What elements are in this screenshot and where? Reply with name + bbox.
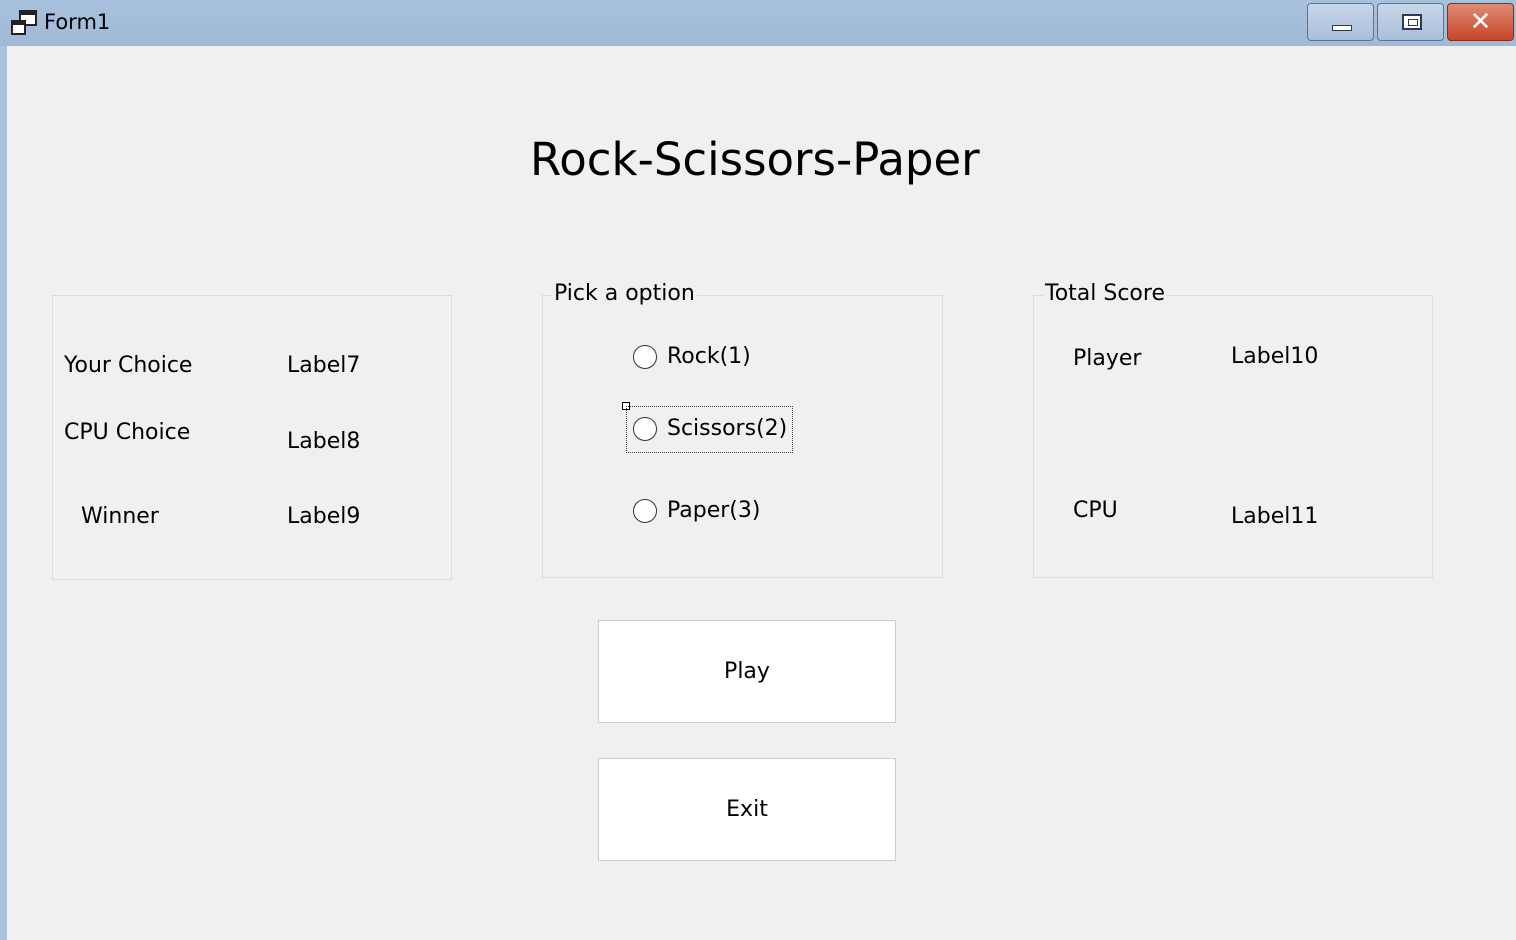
app-window-icon xyxy=(11,10,37,35)
minimize-button[interactable] xyxy=(1307,3,1374,41)
minimize-icon xyxy=(1332,25,1352,31)
close-button[interactable]: ✕ xyxy=(1447,3,1514,41)
radio-scissors[interactable]: Scissors(2) xyxy=(630,414,790,446)
exit-button[interactable]: Exit xyxy=(598,758,896,861)
radio-scissors-label[interactable]: Scissors(2) xyxy=(667,416,787,441)
title-bar[interactable]: Form1 ✕ xyxy=(0,0,1516,46)
page-title: Rock-Scissors-Paper xyxy=(530,133,980,186)
cpu-score-label: CPU xyxy=(1073,498,1118,523)
your-choice-value: Label7 xyxy=(287,353,361,378)
window-title: Form1 xyxy=(44,10,111,34)
cpu-score-value: Label11 xyxy=(1231,504,1319,529)
winner-value: Label9 xyxy=(287,504,361,529)
radio-circle[interactable] xyxy=(633,499,657,523)
player-score-value: Label10 xyxy=(1231,344,1319,369)
radio-circle[interactable] xyxy=(633,345,657,369)
radio-circle[interactable] xyxy=(633,417,657,441)
score-group-legend: Total Score xyxy=(1043,281,1167,306)
cpu-choice-value: Label8 xyxy=(287,429,361,454)
play-button[interactable]: Play xyxy=(598,620,896,723)
maximize-icon xyxy=(1402,14,1422,30)
radio-rock[interactable]: Rock(1) xyxy=(630,343,760,375)
cpu-choice-label: CPU Choice xyxy=(64,420,191,445)
maximize-button[interactable] xyxy=(1377,3,1444,41)
radio-rock-label[interactable]: Rock(1) xyxy=(667,344,751,369)
your-choice-label: Your Choice xyxy=(64,353,193,378)
option-group-legend: Pick a option xyxy=(552,281,697,306)
radio-paper-label[interactable]: Paper(3) xyxy=(667,498,760,523)
score-group: Total Score xyxy=(1033,281,1433,578)
winner-label: Winner xyxy=(81,504,159,529)
radio-paper[interactable]: Paper(3) xyxy=(630,497,770,529)
player-score-label: Player xyxy=(1073,346,1142,371)
close-icon: ✕ xyxy=(1469,7,1492,37)
